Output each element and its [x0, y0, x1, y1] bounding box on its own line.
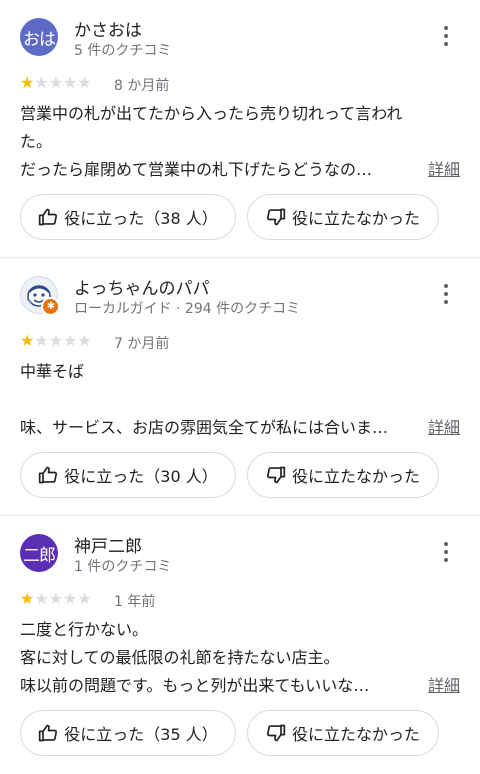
- not-helpful-button[interactable]: 役に立たなかった: [247, 194, 439, 240]
- review-card: ✱ よっちゃんのパパ ローカルガイド · 294 件のクチコミ ★★★★★ 7 …: [0, 258, 480, 516]
- not-helpful-button[interactable]: 役に立たなかった: [247, 452, 439, 498]
- reviewer-name[interactable]: 神戸二郎: [74, 532, 142, 557]
- thumbs-up-icon: [39, 724, 58, 742]
- thumbs-up-icon: [39, 466, 58, 484]
- more-options-icon[interactable]: [436, 26, 456, 50]
- review-text-line: 営業中の札が出てたから入ったら売り切れって言われ: [20, 104, 403, 123]
- thumbs-down-icon: [266, 208, 286, 226]
- reviewer-meta: 5 件のクチコミ: [74, 43, 172, 59]
- review-date: 1 年前: [114, 594, 156, 610]
- thumbs-down-icon: [266, 466, 286, 484]
- more-options-icon[interactable]: [436, 542, 456, 566]
- helpful-label: 役に立った（35 人）: [64, 725, 218, 744]
- reviewer-meta: ローカルガイド · 294 件のクチコミ: [74, 301, 301, 317]
- star-icon: ★: [63, 589, 78, 608]
- star-icon: ★: [48, 73, 64, 92]
- reviewer-avatar[interactable]: ✱: [20, 276, 60, 316]
- review-text-line: 味、サービス、お店の雰囲気全てが私には合いま…: [20, 418, 389, 437]
- star-icon: ★: [48, 589, 64, 608]
- review-text-line: [20, 386, 460, 414]
- reviews-list: おは かさおは 5 件のクチコミ ★★★★★ 8 か月前 営業中の札が出てたから…: [0, 0, 480, 774]
- local-guide-badge-icon: ✱: [41, 297, 60, 316]
- review-date: 8 か月前: [114, 78, 170, 94]
- not-helpful-label: 役に立たなかった: [291, 725, 420, 744]
- thumbs-up-icon: [39, 208, 58, 226]
- review-card: おは かさおは 5 件のクチコミ ★★★★★ 8 か月前 営業中の札が出てたから…: [0, 0, 480, 258]
- star-icon: ★: [63, 331, 78, 350]
- thumbs-down-icon: [266, 724, 286, 742]
- star-icon: ★: [34, 73, 49, 92]
- star-icon: ★: [48, 331, 64, 350]
- star-icon: ★: [20, 73, 35, 92]
- not-helpful-label: 役に立たなかった: [291, 209, 420, 228]
- reviewer-name[interactable]: よっちゃんのパパ: [74, 274, 210, 299]
- helpful-button[interactable]: 役に立った（35 人）: [20, 710, 236, 756]
- star-icon: ★: [77, 589, 92, 608]
- avatar-initials: 二郎: [23, 545, 56, 566]
- review-text-line: 味以前の問題です。もっと列が出来てもいいな…: [20, 676, 370, 695]
- more-link[interactable]: 詳細: [428, 414, 460, 442]
- helpful-label: 役に立った（38 人）: [64, 209, 218, 228]
- review-date: 7 か月前: [114, 336, 170, 352]
- star-icon: ★: [34, 331, 49, 350]
- review-text: 営業中の札が出てたから入ったら売り切れって言われ た。 だったら扉閉めて営業中の…: [20, 100, 460, 184]
- not-helpful-label: 役に立たなかった: [291, 467, 420, 486]
- helpful-label: 役に立った（30 人）: [64, 467, 218, 486]
- reviewer-meta: 1 件のクチコミ: [74, 559, 172, 575]
- review-text: 二度と行かない。 客に対しての最低限の礼節を持たない店主。 味以前の問題です。も…: [20, 616, 460, 700]
- review-text: 中華そば 味、サービス、お店の雰囲気全てが私には合いま…: [20, 358, 460, 442]
- star-icon: ★: [63, 73, 78, 92]
- more-options-icon[interactable]: [436, 284, 456, 308]
- star-icon: ★: [20, 589, 35, 608]
- star-icon: ★: [20, 331, 35, 350]
- star-rating: ★★★★★: [20, 589, 92, 609]
- helpful-button[interactable]: 役に立った（30 人）: [20, 452, 236, 498]
- review-text-line: 中華そば: [20, 362, 85, 381]
- review-text-line: 客に対しての最低限の礼節を持たない店主。: [20, 648, 340, 667]
- star-rating: ★★★★★: [20, 73, 92, 93]
- review-text-line: 二度と行かない。: [20, 620, 149, 639]
- helpful-button[interactable]: 役に立った（38 人）: [20, 194, 236, 240]
- star-icon: ★: [77, 331, 92, 350]
- review-card: 二郎 神戸二郎 1 件のクチコミ ★★★★★ 1 年前 二度と行かない。 客に対…: [0, 516, 480, 774]
- more-link[interactable]: 詳細: [428, 156, 460, 184]
- star-icon: ★: [77, 73, 92, 92]
- star-icon: ★: [34, 589, 49, 608]
- avatar-initials: おは: [23, 29, 56, 50]
- reviewer-avatar[interactable]: 二郎: [20, 534, 58, 572]
- more-link[interactable]: 詳細: [428, 672, 460, 700]
- review-text-line: だったら扉閉めて営業中の札下げたらどうなの…: [20, 160, 373, 179]
- star-rating: ★★★★★: [20, 331, 92, 351]
- not-helpful-button[interactable]: 役に立たなかった: [247, 710, 439, 756]
- reviewer-avatar[interactable]: おは: [20, 18, 58, 56]
- review-text-line: た。: [20, 132, 53, 151]
- reviewer-name[interactable]: かさおは: [74, 16, 142, 41]
